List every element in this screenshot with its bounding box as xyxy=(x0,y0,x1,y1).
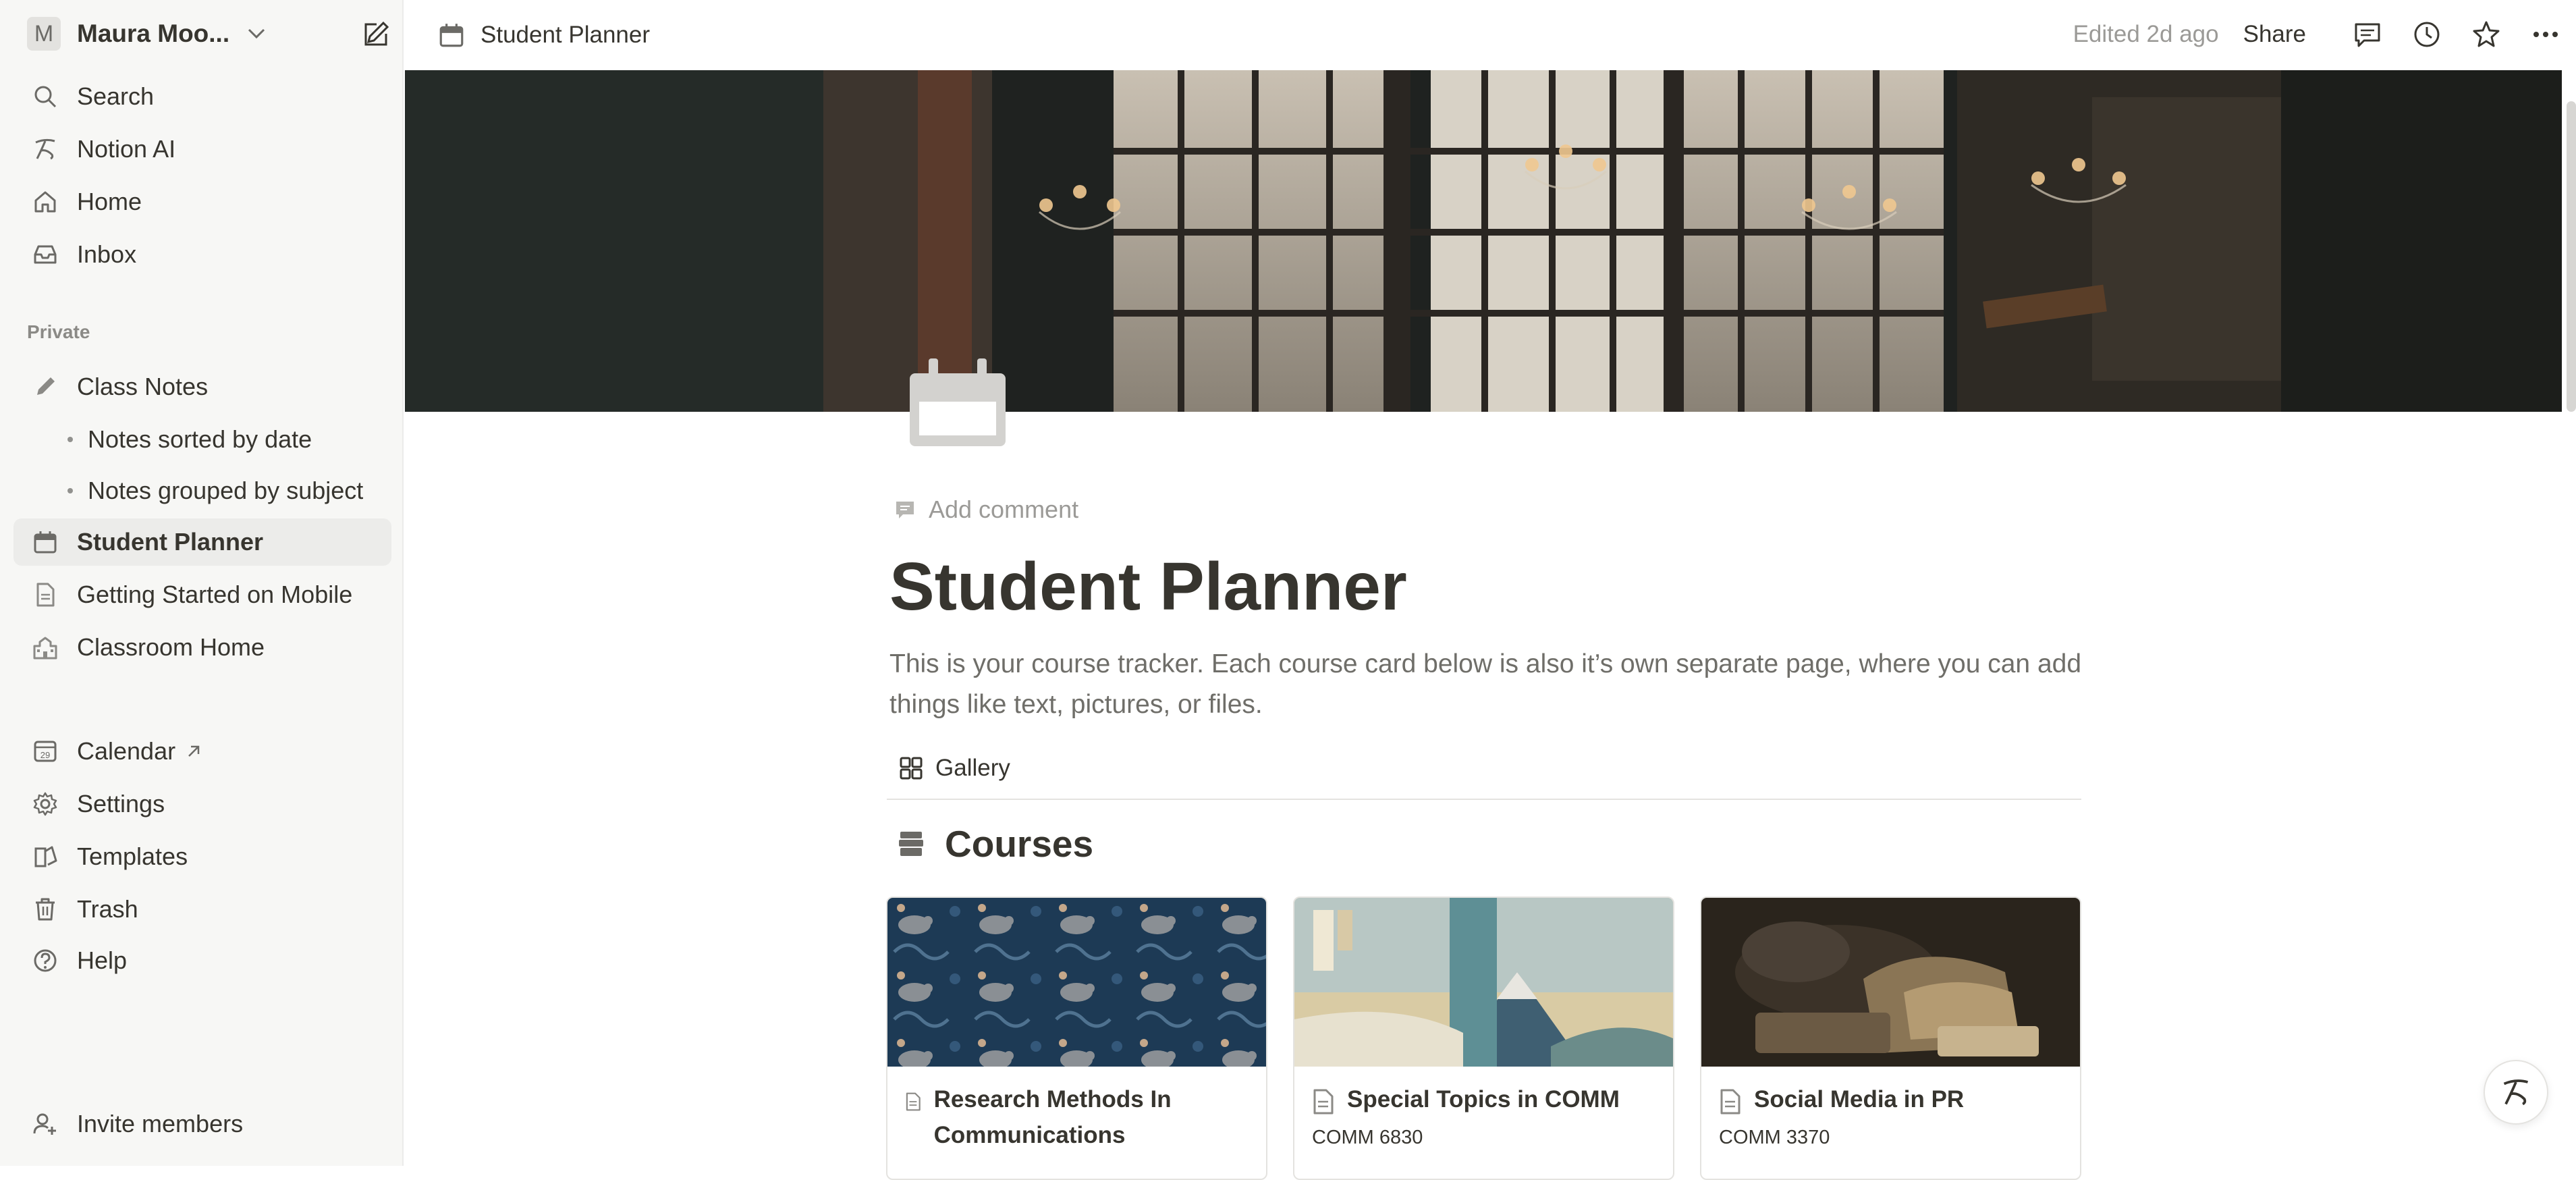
page-icon xyxy=(1720,1089,1741,1115)
sidebar-item-home[interactable]: Home xyxy=(13,178,391,225)
add-comment-button[interactable]: Add comment xyxy=(894,493,1078,527)
chevron-down-icon xyxy=(248,28,265,39)
scrollbar[interactable] xyxy=(2567,101,2576,412)
sidebar-item-notion-ai[interactable]: Notion AI xyxy=(13,126,391,173)
page-icon xyxy=(27,576,63,613)
sidebar-item-student-planner[interactable]: Student Planner xyxy=(13,518,391,566)
sidebar-item-label: Trash xyxy=(77,895,138,923)
inbox-icon xyxy=(27,236,63,273)
sidebar-item-class-notes[interactable]: Class Notes xyxy=(13,363,391,410)
sidebar-item-classroom-home[interactable]: Classroom Home xyxy=(13,624,391,671)
sidebar-item-label: Home xyxy=(77,188,142,215)
sidebar-item-label: Getting Started on Mobile xyxy=(77,581,353,608)
workspace-name: Maura Moo... xyxy=(77,20,230,47)
add-comment-label: Add comment xyxy=(929,495,1079,523)
course-card[interactable]: Research Methods In Communications xyxy=(886,896,1267,1180)
comment-icon xyxy=(896,502,914,518)
card-cover-image xyxy=(1701,898,2080,1067)
more-options-icon[interactable] xyxy=(2523,12,2568,57)
sidebar-item-inbox[interactable]: Inbox xyxy=(13,231,391,278)
calendar-icon xyxy=(439,24,464,47)
svg-text:29: 29 xyxy=(40,750,50,760)
card-cover-image xyxy=(1294,898,1673,1067)
sidebar-item-label: Search xyxy=(77,82,155,110)
new-page-icon[interactable] xyxy=(360,19,391,50)
sidebar-item-help[interactable]: Help xyxy=(13,937,391,984)
sidebar-item-notes-grouped-by-subject[interactable]: Notes grouped by subject xyxy=(13,467,391,514)
workspace-avatar: M xyxy=(27,17,61,51)
sidebar-item-label: Help xyxy=(77,946,128,974)
notion-ai-button[interactable] xyxy=(2484,1060,2548,1125)
page-calendar-icon[interactable] xyxy=(907,354,1008,449)
add-user-icon xyxy=(27,1106,63,1142)
notion-ai-icon xyxy=(2503,1079,2529,1106)
course-card[interactable]: Special Topics in COMM COMM 6830 xyxy=(1293,896,1674,1180)
comments-icon[interactable] xyxy=(2345,12,2390,57)
card-title: Special Topics in COMM xyxy=(1347,1086,1620,1112)
sidebar-item-label: Notes sorted by date xyxy=(88,425,312,453)
breadcrumb-label: Student Planner xyxy=(481,22,651,48)
workspace-switcher[interactable]: M Maura Moo... xyxy=(27,15,391,53)
calendar-29-icon: 29 xyxy=(27,733,63,770)
sidebar-item-label: Templates xyxy=(77,842,188,870)
topbar-actions: Edited 2d ago Share xyxy=(2073,12,2568,57)
search-icon xyxy=(27,78,63,115)
sidebar-item-search[interactable]: Search xyxy=(13,73,391,120)
page-description[interactable]: This is your course tracker. Each course… xyxy=(889,644,2084,725)
page-title[interactable]: Student Planner xyxy=(889,548,1407,626)
invite-members-button[interactable]: Invite members xyxy=(13,1100,391,1148)
card-title: Research Methods In Communications xyxy=(933,1086,1172,1148)
help-icon xyxy=(27,942,63,979)
topbar: Student Planner Edited 2d ago Share xyxy=(404,0,2576,70)
sidebar-item-notes-sorted-by-date[interactable]: Notes sorted by date xyxy=(13,416,391,463)
view-divider xyxy=(887,799,2081,800)
gallery-icon xyxy=(900,757,923,780)
page-cover-image[interactable] xyxy=(405,70,2562,412)
star-icon[interactable] xyxy=(2464,12,2509,57)
gear-icon xyxy=(27,786,63,822)
course-code: COMM 6830 xyxy=(1312,1127,1423,1148)
tab-gallery[interactable]: Gallery xyxy=(898,751,1010,786)
sidebar-item-settings[interactable]: Settings xyxy=(13,780,391,828)
share-button[interactable]: Share xyxy=(2243,21,2306,48)
page-icon xyxy=(1313,1089,1334,1115)
sidebar: M Maura Moo... Search Notion AI Home Inb… xyxy=(0,0,404,1166)
home-icon xyxy=(27,184,63,220)
templates-icon xyxy=(27,838,63,875)
sidebar-item-label: Settings xyxy=(77,790,165,817)
breadcrumb[interactable]: Student Planner xyxy=(437,16,650,54)
card-title: Social Media in PR xyxy=(1754,1086,1965,1112)
database-title[interactable]: Courses xyxy=(895,817,1093,871)
edited-timestamp: Edited 2d ago xyxy=(2073,21,2219,47)
external-link-icon xyxy=(188,745,200,757)
trash-icon xyxy=(27,891,63,928)
sidebar-item-label: Calendar xyxy=(77,737,176,765)
calendar-icon xyxy=(27,524,63,560)
tab-label: Gallery xyxy=(935,755,1010,781)
sidebar-item-getting-started[interactable]: Getting Started on Mobile xyxy=(13,571,391,618)
bullet-icon xyxy=(67,488,73,493)
sidebar-item-label: Class Notes xyxy=(77,373,209,400)
notion-ai-icon xyxy=(27,131,63,167)
sidebar-item-trash[interactable]: Trash xyxy=(13,886,391,933)
page-icon xyxy=(906,1092,921,1111)
invite-members-label: Invite members xyxy=(77,1110,244,1137)
database-title-label: Courses xyxy=(945,823,1094,865)
card-cover-image xyxy=(887,898,1266,1067)
sidebar-item-label: Notes grouped by subject xyxy=(88,477,364,504)
sidebar-item-templates[interactable]: Templates xyxy=(13,833,391,880)
pencil-icon xyxy=(27,369,63,405)
sidebar-item-label: Notion AI xyxy=(77,135,176,163)
sidebar-item-label: Classroom Home xyxy=(77,633,265,661)
course-card[interactable]: Social Media in PR COMM 3370 xyxy=(1700,896,2081,1180)
sidebar-item-calendar[interactable]: 29 Calendar xyxy=(13,728,391,775)
sidebar-item-label: Inbox xyxy=(77,240,137,268)
sidebar-item-label: Student Planner xyxy=(77,528,264,556)
school-icon xyxy=(27,629,63,666)
course-code: COMM 3370 xyxy=(1719,1127,1830,1148)
section-label-private: Private xyxy=(27,321,90,342)
books-icon xyxy=(899,832,923,856)
history-icon[interactable] xyxy=(2405,12,2449,57)
bullet-icon xyxy=(67,437,73,442)
